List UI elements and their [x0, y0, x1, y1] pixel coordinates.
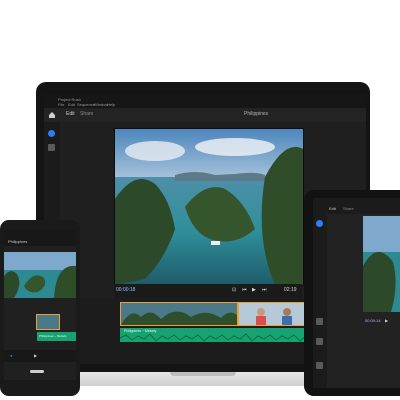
- phone-preview-scene: [4, 252, 76, 298]
- skip-forward-icon[interactable]: ⏭: [262, 287, 267, 293]
- skip-back-icon[interactable]: ⏮: [242, 287, 247, 293]
- phone-header: Philippines: [4, 230, 76, 246]
- menu-sequence[interactable]: Sequence: [77, 102, 95, 107]
- menu-file[interactable]: File: [58, 102, 64, 107]
- tablet-tab-share[interactable]: Share: [343, 206, 354, 211]
- play-icon[interactable]: ▶: [252, 287, 256, 293]
- clip-thumbnails: [121, 303, 237, 325]
- phone-play-icon[interactable]: ▶: [34, 353, 37, 358]
- tablet-crop-icon[interactable]: [316, 318, 323, 325]
- crop-icon[interactable]: ⊡: [232, 287, 236, 293]
- tablet-preview[interactable]: [363, 216, 400, 312]
- tablet-media-icon[interactable]: [316, 362, 323, 369]
- project-name: Philippines: [244, 111, 269, 117]
- phone-toolbar: ● ▶: [4, 350, 76, 362]
- tablet-time: 00:00:14: [365, 318, 381, 323]
- phone-preview[interactable]: [4, 252, 76, 298]
- total-time: 02:19: [284, 287, 297, 293]
- tablet-header: Edit Share: [313, 198, 400, 214]
- video-clip-1[interactable]: [120, 302, 238, 326]
- laptop-notch: [170, 372, 236, 376]
- tab-share[interactable]: Share: [80, 111, 93, 117]
- tablet-gear-icon[interactable]: [316, 338, 323, 345]
- phone-home-indicator[interactable]: [30, 370, 44, 373]
- tab-edit[interactable]: Edit: [66, 111, 75, 117]
- phone-audio-track[interactable]: Philippines ~ Melody: [37, 332, 76, 341]
- tablet-tab-edit[interactable]: Edit: [329, 206, 336, 211]
- plus-icon[interactable]: [48, 130, 55, 137]
- phone-screen: Philippines Philippines ~ Melody ● ▶: [4, 230, 76, 380]
- preview-scene: [115, 129, 303, 285]
- phone-video-clip[interactable]: [36, 314, 60, 330]
- tablet-play-icon[interactable]: ▶: [385, 318, 388, 323]
- video-preview[interactable]: [114, 128, 304, 286]
- menu-edit[interactable]: Edit: [68, 102, 75, 107]
- tablet-screen: Edit Share 00:00:14 ▶: [313, 198, 400, 388]
- toolbar: Edit Share Philippines: [44, 108, 366, 122]
- menu-help[interactable]: Help: [107, 102, 115, 107]
- current-time: 00:00:18: [116, 287, 136, 293]
- phone-title: Philippines: [8, 239, 28, 244]
- phone-audio-label: Philippines ~ Melody: [39, 334, 67, 338]
- playback-bar: 00:00:18 ⊡ ⏮ ▶ ⏭ 02:19: [114, 284, 302, 298]
- phone-add-icon[interactable]: ●: [10, 353, 12, 358]
- menu-bar: Project Rush File Edit Sequence Window H…: [44, 94, 366, 108]
- home-icon[interactable]: [48, 111, 56, 119]
- tablet-left-rail: [313, 214, 327, 388]
- tablet-plus-icon[interactable]: [316, 220, 323, 227]
- tablet-preview-scene: [363, 216, 400, 312]
- media-icon[interactable]: [48, 144, 55, 151]
